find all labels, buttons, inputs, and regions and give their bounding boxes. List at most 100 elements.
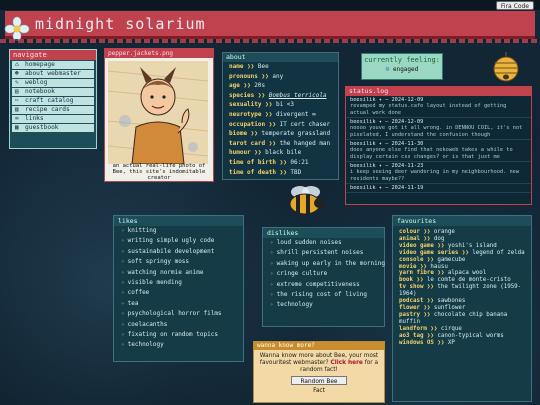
nav-item-weblog[interactable]: ✎ weblog — [12, 79, 94, 87]
status-log-panel: status.log beesilik ✦ — 2024-12-09 revamp… — [345, 86, 532, 205]
status-entry: beesilik ✦ — 2024-11-19 — [346, 184, 531, 193]
favourite-row: windows OS ❯❯ XP — [393, 340, 531, 347]
about-key: time of birth — [229, 158, 276, 166]
favourite-row: video game series ❯❯ legend of zelda — [393, 250, 531, 257]
status-text: revamped my status.cafe layout instead o… — [350, 103, 507, 116]
list-item: ✧ soft springy moss — [114, 257, 243, 267]
nav-item-label: notebook — [25, 88, 55, 95]
separator-icon: ❯❯ — [247, 130, 262, 138]
favourite-key: flower — [399, 304, 420, 311]
link-icon: ∞ — [15, 115, 19, 122]
picture-caption: an actual real-life photo of Bee, this s… — [112, 163, 206, 181]
feeling-title: currently feeling: — [364, 56, 440, 64]
about-key: pronouns — [229, 72, 258, 80]
list-item-text: sustainabile development — [127, 247, 215, 255]
about-row: age ❯❯ 20s — [223, 81, 338, 91]
list-item-text: tea — [127, 299, 139, 307]
favourite-row: book ❯❯ le comte de monte-cristo — [393, 277, 531, 284]
recipe-icon: ▥ — [15, 106, 19, 113]
separator-icon: ❯❯ — [423, 284, 438, 291]
about-key: sexuality — [229, 101, 262, 109]
separator-icon: ❯❯ — [254, 91, 269, 99]
about-row: tarot card ❯❯ the hanged man — [223, 139, 338, 149]
separator-icon: ❯❯ — [458, 249, 473, 256]
status-user[interactable]: beesilik — [350, 185, 376, 191]
favourite-row: video game ❯❯ yoshi's island — [393, 243, 531, 250]
about-heading: about — [223, 53, 338, 62]
separator-icon: ❯❯ — [239, 82, 255, 90]
status-meta: beesilik ✦ — 2024-11-19 — [350, 185, 527, 191]
status-entry: beesilik ✦ — 2024-12-09 revamped my statu… — [346, 96, 531, 118]
favourite-row: ao3 tag ❯❯ canon-typical worms — [393, 333, 531, 340]
favourite-key: yarn fibre — [399, 270, 434, 277]
favourite-key: ao3 tag — [399, 332, 424, 339]
nav-item-about-webmaster[interactable]: ☻ about webmaster — [12, 70, 94, 78]
separator-icon: ❯❯ — [433, 270, 448, 277]
list-item-text: technology — [276, 301, 313, 309]
bullet-icon: ✧ — [121, 289, 125, 297]
favourite-value: sawbones — [437, 298, 466, 305]
list-item: ✧ the rising cost of living — [263, 290, 384, 300]
nav-item-recipe-cards[interactable]: ▥ recipe cards — [12, 106, 94, 114]
separator-icon: ❯❯ — [433, 339, 448, 346]
separator-icon: ❯❯ — [265, 120, 280, 128]
separator-icon: ❯❯ — [419, 229, 434, 235]
separator-icon: ❯❯ — [275, 158, 291, 166]
list-item-text: psychological horror films — [127, 310, 222, 318]
list-item-text: loud sudden noises — [276, 239, 342, 246]
favourite-row: movie ❯❯ hausu — [393, 264, 531, 271]
likes-panel: likes ✧ knitting ✧ writing simple ugly code… — [113, 215, 244, 362]
list-item: ✧ psychological horror films — [114, 309, 243, 319]
favourite-key: podcast — [399, 298, 424, 305]
font-toggle-button[interactable]: Fira Code — [495, 1, 534, 10]
random-fact-link[interactable]: Click here — [330, 360, 362, 366]
about-value: 06:21 — [290, 158, 309, 166]
status-entry: beesilik ✦ — 2024-11-30 does anyone else … — [346, 140, 531, 162]
separator-icon: ❯❯ — [433, 242, 448, 249]
list-item-text: writing simple ugly code — [127, 237, 215, 245]
favourite-row: console ❯❯ gamecube — [393, 257, 531, 264]
nav-item-notebook[interactable]: ▤ notebook — [12, 88, 94, 96]
nav-item-label: weblog — [25, 79, 48, 86]
list-item: ✧ tea — [114, 299, 243, 309]
list-item-text: the rising cost of living — [276, 291, 367, 299]
separator-icon: ❯❯ — [423, 332, 438, 339]
status-text: does anyone else find that nekoweb takes… — [350, 147, 513, 160]
favourite-key: pastry — [399, 311, 420, 318]
status-text: i keep seeing deer wandering in my neigh… — [350, 169, 520, 182]
about-row: sexuality ❯❯ bi <3 — [223, 100, 338, 110]
favourite-row: pastry ❯❯ chocolate chip banana muffin — [393, 312, 531, 326]
about-row: pronouns ❯❯ any — [223, 72, 338, 82]
separator-icon: ❯❯ — [257, 72, 273, 80]
separator-icon: ❯❯ — [419, 311, 434, 318]
nav-item-homepage[interactable]: ⌂ homepage — [12, 61, 94, 69]
list-item-text: coelacanths — [127, 320, 168, 328]
dislikes-panel: dislikes ✧ loud sudden noises ✧ shrill pers… — [262, 227, 385, 327]
nav-item-guestbook[interactable]: ▦ guestbook — [12, 124, 94, 132]
favourite-key: video game — [399, 242, 434, 249]
nav-item-links[interactable]: ∞ links — [12, 115, 94, 123]
about-value: the hanged man — [279, 139, 331, 147]
blog-icon: ✎ — [15, 79, 19, 86]
list-item-text: coffee — [127, 289, 150, 297]
list-item: ✧ sustainabile development — [114, 247, 243, 257]
top-strip: Fira Code — [0, 0, 540, 10]
list-item: ✧ technology — [114, 340, 243, 350]
bullet-icon: ✧ — [121, 247, 125, 255]
list-item-text: technology — [127, 341, 164, 349]
site-title: midnight solarium — [35, 15, 206, 33]
nav-item-craft-catalog[interactable]: ✂ craft catalog — [12, 97, 94, 105]
random-bee-fact-button[interactable]: Random Bee Fact — [291, 376, 347, 394]
about-value: bi <3 — [275, 101, 295, 109]
picture-filename: pepper.jackets.png — [105, 49, 213, 58]
about-row: occupation ❯❯ IT cert chaser — [223, 120, 338, 130]
about-key: neurotype — [229, 110, 262, 118]
about-key: tarot card — [229, 139, 266, 147]
separator-icon: ❯❯ — [412, 277, 427, 284]
nav-item-label: craft catalog — [25, 97, 74, 104]
favourite-key: tv show — [399, 284, 424, 291]
list-item: ✧ knitting — [114, 226, 243, 236]
header-divider — [0, 39, 540, 43]
bullet-icon: ✧ — [121, 310, 125, 318]
separator-icon: ❯❯ — [423, 256, 438, 263]
